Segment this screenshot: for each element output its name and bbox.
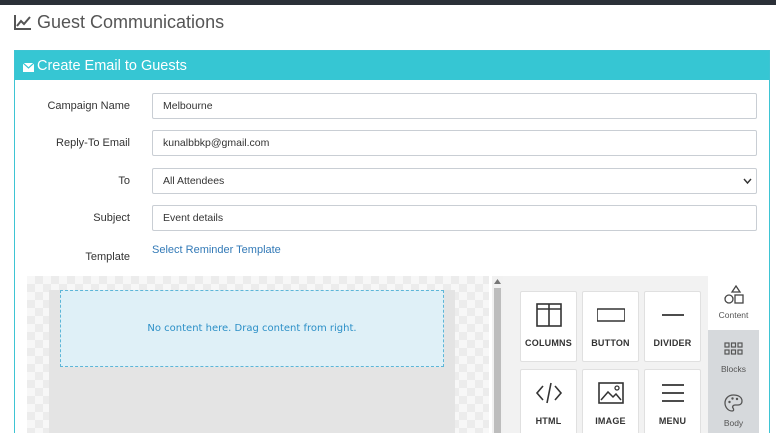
shapes-icon bbox=[724, 285, 744, 304]
tab-content[interactable]: Content bbox=[708, 276, 759, 330]
scrollbar-thumb[interactable] bbox=[494, 288, 501, 433]
to-row: To All Attendees bbox=[15, 168, 769, 194]
campaign-name-input[interactable]: Melbourne bbox=[152, 93, 757, 119]
page-title: Guest Communications bbox=[37, 11, 225, 32]
drop-zone-message: No content here. Drag content from right… bbox=[147, 323, 357, 334]
content-tools: COLUMNS BUTTON DIVIDER HTML IMAGE MENU bbox=[503, 276, 708, 433]
subject-label: Subject bbox=[93, 212, 130, 224]
tool-button-label: BUTTON bbox=[591, 338, 630, 348]
editor-side-tabs: Content Blocks Body bbox=[708, 276, 759, 433]
email-editor: No content here. Drag content from right… bbox=[27, 276, 759, 433]
tool-html-label: HTML bbox=[535, 416, 562, 426]
template-row: Template Select Reminder Template bbox=[15, 242, 769, 268]
tab-blocks-label: Blocks bbox=[720, 364, 747, 374]
reply-to-input[interactable]: kunalbbkp@gmail.com bbox=[152, 130, 757, 156]
envelope-icon bbox=[23, 62, 34, 72]
blocks-icon bbox=[724, 342, 743, 355]
chevron-down-icon bbox=[743, 178, 752, 185]
canvas-scrollbar[interactable] bbox=[492, 276, 503, 433]
reply-to-row: Reply-To Email kunalbbkp@gmail.com bbox=[15, 130, 769, 156]
drop-zone[interactable]: No content here. Drag content from right… bbox=[60, 290, 444, 367]
tool-divider[interactable]: DIVIDER bbox=[644, 291, 701, 362]
campaign-name-label: Campaign Name bbox=[47, 100, 130, 112]
tool-button[interactable]: BUTTON bbox=[582, 291, 639, 362]
panel-title: Create Email to Guests bbox=[37, 57, 187, 74]
tab-content-label: Content bbox=[718, 310, 749, 320]
to-select[interactable]: All Attendees bbox=[152, 168, 757, 194]
tab-body[interactable]: Body bbox=[708, 384, 759, 433]
subject-row: Subject Event details bbox=[15, 205, 769, 231]
select-template-link[interactable]: Select Reminder Template bbox=[152, 244, 281, 256]
image-icon bbox=[598, 382, 624, 404]
tool-columns[interactable]: COLUMNS bbox=[520, 291, 577, 362]
menu-icon bbox=[662, 384, 684, 402]
tab-body-label: Body bbox=[723, 418, 744, 428]
subject-input[interactable]: Event details bbox=[152, 205, 757, 231]
tool-columns-label: COLUMNS bbox=[525, 338, 572, 348]
create-email-panel: Create Email to Guests Campaign Name Mel… bbox=[14, 50, 770, 433]
tool-divider-label: DIVIDER bbox=[653, 338, 692, 348]
code-icon bbox=[535, 382, 563, 404]
page-header: Guest Communications bbox=[14, 11, 224, 33]
scroll-up-icon bbox=[494, 279, 501, 284]
to-select-value: All Attendees bbox=[163, 175, 225, 187]
editor-canvas[interactable]: No content here. Drag content from right… bbox=[27, 276, 489, 433]
button-icon bbox=[597, 308, 625, 322]
columns-icon bbox=[536, 303, 562, 327]
panel-heading: Create Email to Guests bbox=[15, 51, 769, 80]
reply-to-label: Reply-To Email bbox=[56, 137, 130, 149]
tool-menu[interactable]: MENU bbox=[644, 369, 701, 433]
top-bar bbox=[0, 0, 776, 5]
tool-image[interactable]: IMAGE bbox=[582, 369, 639, 433]
divider-icon bbox=[662, 314, 684, 316]
palette-icon bbox=[724, 394, 743, 412]
tab-blocks[interactable]: Blocks bbox=[708, 330, 759, 384]
to-label: To bbox=[118, 175, 130, 187]
campaign-name-row: Campaign Name Melbourne bbox=[15, 93, 769, 119]
tool-html[interactable]: HTML bbox=[520, 369, 577, 433]
tool-menu-label: MENU bbox=[658, 416, 687, 426]
template-label: Template bbox=[85, 251, 130, 263]
tool-image-label: IMAGE bbox=[595, 416, 626, 426]
line-chart-icon bbox=[14, 15, 31, 30]
